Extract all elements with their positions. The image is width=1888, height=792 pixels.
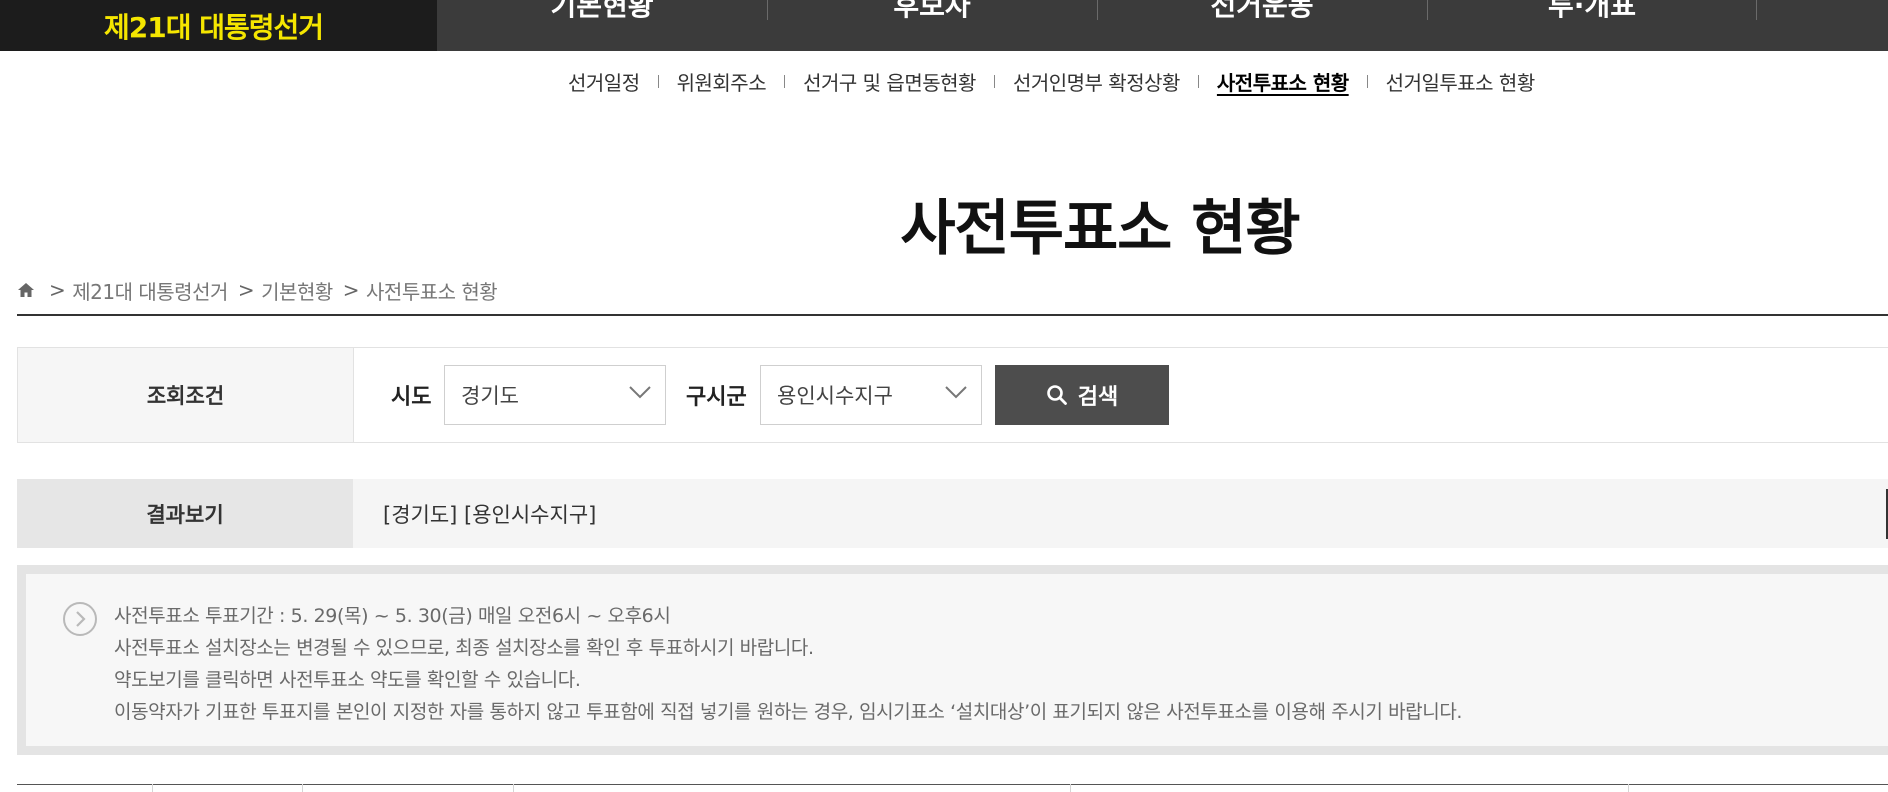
menu-basic-status[interactable]: 기본현황 [437, 0, 767, 51]
sido-label: 시도 [391, 385, 432, 410]
breadcrumb-current: 사전투표소 현황 [366, 279, 498, 304]
notice-line-mobility: 이동약자가 기표한 투표지를 본인이 지정한 자를 통하지 않고 투표함에 직접… [114, 701, 1463, 723]
notice-content: 사전투표소 투표기간 : 5. 29(목) ~ 5. 30(금) 매일 오전6시… [26, 574, 1888, 746]
home-icon[interactable] [17, 281, 35, 299]
menu-label[interactable]: 후보자 [893, 0, 970, 24]
search-condition-panel: 조회조건 시도 경기도 구시군 용인시수지구 검색 [17, 347, 1888, 443]
sido-select[interactable]: 경기도 [444, 365, 666, 425]
table-column-divider [152, 784, 153, 792]
breadcrumb-basic-status[interactable]: 기본현황 [261, 276, 333, 305]
table-column-divider [302, 784, 303, 792]
gusigun-label: 구시군 [686, 385, 747, 410]
main-menu: 기본현황 후보자 선거운동 투·개표 [437, 0, 1757, 51]
menu-label[interactable]: 기본현황 [550, 0, 653, 24]
subnav-early-polling-stations[interactable]: 사전투표소 현황 [1217, 67, 1349, 96]
notice-line-location-change: 사전투표소 설치장소는 변경될 수 있으므로, 최종 설치장소를 확인 후 투표… [114, 637, 814, 659]
notice-line-map: 약도보기를 클릭하면 사전투표소 약도를 확인할 수 있습니다. [114, 669, 581, 691]
subnav-districts[interactable]: 선거구 및 읍면동현황 [803, 67, 976, 96]
chevron-down-icon [629, 386, 651, 399]
page-title: 사전투표소 현황 [0, 180, 1888, 267]
search-condition-label: 조회조건 [18, 348, 354, 442]
notice-lines: 사전투표소 투표기간 : 5. 29(목) ~ 5. 30(금) 매일 오전6시… [114, 600, 1462, 728]
chevron-down-icon [945, 386, 967, 399]
table-column-divider [513, 784, 514, 792]
subnav-election-day-polling-stations[interactable]: 선거일투표소 현황 [1386, 67, 1536, 96]
subnav-voter-register[interactable]: 선거인명부 확정상황 [1013, 67, 1180, 96]
top-navigation-bar: 제21대 대통령선거 기본현황 후보자 선거운동 투·개표 [0, 0, 1888, 51]
notice-line-period: 사전투표소 투표기간 : 5. 29(목) ~ 5. 30(금) 매일 오전6시… [114, 605, 671, 627]
breadcrumb-separator: > [342, 278, 360, 302]
subnav-divider [993, 74, 995, 88]
title-divider [17, 314, 1888, 316]
result-label: 결과보기 [17, 479, 353, 548]
search-icon [1046, 385, 1067, 405]
page-title-text: 사전투표소 현황 [900, 194, 1300, 264]
site-brand[interactable]: 제21대 대통령선거 [0, 0, 437, 51]
chevron-right-circle-icon [63, 602, 97, 636]
breadcrumb-separator: > [49, 278, 66, 302]
notice-box: 사전투표소 투표기간 : 5. 29(목) ~ 5. 30(금) 매일 오전6시… [17, 565, 1888, 755]
sub-navigation: 선거일정 위원회주소 선거구 및 읍면동현황 선거인명부 확정상황 사전투표소 … [568, 66, 1535, 96]
subnav-committee-address[interactable]: 위원회주소 [677, 67, 767, 96]
subnav-divider [1366, 74, 1368, 88]
brand-title[interactable]: 제21대 대통령선거 [104, 6, 324, 46]
table-column-divider [1070, 784, 1071, 792]
subnav-divider [657, 74, 659, 88]
sido-selected-value: 경기도 [461, 384, 519, 408]
gusigun-selected-value: 용인시수지구 [777, 384, 893, 408]
subnav-election-schedule[interactable]: 선거일정 [568, 67, 640, 96]
menu-campaign[interactable]: 선거운동 [1097, 0, 1427, 51]
subnav-divider [784, 74, 786, 88]
breadcrumb: > 제21대 대통령선거 > 기본현황 > 사전투표소 현황 [17, 276, 498, 305]
breadcrumb-separator: > [237, 278, 255, 302]
search-button-label: 검색 [1077, 385, 1119, 410]
search-button[interactable]: 검색 [995, 365, 1169, 425]
menu-label[interactable]: 선거운동 [1210, 0, 1313, 24]
gusigun-select[interactable]: 용인시수지구 [760, 365, 982, 425]
result-criteria: [경기도] [용인시수지구] [383, 502, 597, 527]
table-top-border [17, 784, 1888, 785]
menu-candidates[interactable]: 후보자 [767, 0, 1097, 51]
table-column-divider [1628, 784, 1629, 792]
breadcrumb-election[interactable]: 제21대 대통령선거 [72, 276, 228, 305]
result-panel: 결과보기 [경기도] [용인시수지구] [17, 479, 1888, 548]
subnav-divider [1197, 74, 1199, 88]
menu-voting-counting[interactable]: 투·개표 [1427, 0, 1757, 51]
menu-label[interactable]: 투·개표 [1548, 0, 1636, 24]
